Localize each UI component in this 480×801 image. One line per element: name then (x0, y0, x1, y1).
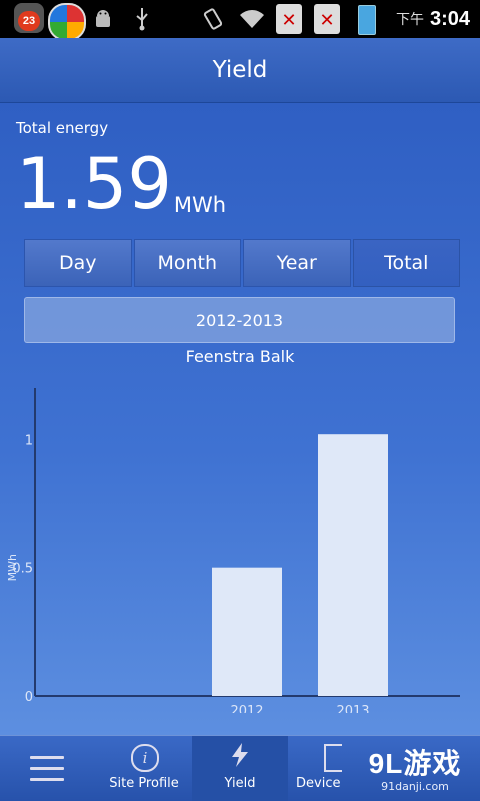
clock: 下午 3:04 (396, 0, 470, 38)
nav-site-profile[interactable]: i Site Profile (96, 736, 192, 801)
device-icon (324, 744, 342, 772)
period-tabs: Day Month Year Total (24, 239, 460, 287)
nav-yield[interactable]: Yield (192, 736, 288, 801)
yield-chart: MWh 0 0.5 1 2012 2013 (0, 373, 480, 719)
energy-label: Total energy (16, 119, 109, 137)
y-tick-label: 0 (25, 690, 33, 705)
nav-menu-button[interactable] (0, 736, 92, 801)
notification-app-icon: 23 (14, 3, 44, 33)
tab-day[interactable]: Day (24, 239, 132, 287)
y-tick-label: 0.5 (12, 562, 33, 577)
tab-month[interactable]: Month (133, 239, 241, 287)
watermark-logo: 9L游戏 91danji.com (350, 742, 480, 800)
time-period: 下午 (395, 11, 424, 27)
energy-number: 1.59 (16, 143, 172, 225)
battery-charging-icon (358, 5, 376, 35)
main-content: Total energy 1.59 MWh Day Month Year Tot… (0, 103, 480, 735)
x-tick-label: 2013 (336, 704, 369, 713)
signal-sim1-off-icon: ✕ (276, 4, 302, 34)
watermark-title: 9L游戏 (368, 748, 462, 779)
app-logo-icon (48, 3, 86, 41)
tab-year[interactable]: Year (243, 239, 351, 287)
page-title: Yield (212, 57, 268, 83)
usb-icon (132, 3, 152, 35)
signal-sim2-off-icon: ✕ (314, 4, 340, 34)
site-name: Feenstra Balk (185, 347, 295, 366)
menu-icon (30, 756, 64, 789)
bolt-icon (192, 742, 288, 774)
nav-yield-label: Yield (224, 776, 256, 791)
nav-site-profile-label: Site Profile (109, 776, 179, 791)
status-bar: 23 ✕ ✕ 下午 3:04 (0, 0, 480, 41)
tab-total[interactable]: Total (352, 239, 460, 287)
vibrate-icon (200, 3, 226, 35)
y-tick-label: 1 (25, 433, 33, 448)
info-icon: i (131, 744, 159, 772)
nav-device-label: Device (296, 776, 341, 791)
android-debug-icon (92, 3, 114, 35)
notification-count-badge: 23 (18, 11, 40, 31)
nav-device[interactable]: Device (288, 736, 348, 801)
energy-value: 1.59 MWh (16, 145, 226, 223)
energy-unit: MWh (173, 193, 227, 217)
period-selector[interactable]: 2012-2013 (24, 297, 455, 343)
title-bar: Yield (0, 38, 480, 103)
x-tick-label: 2012 (230, 704, 263, 713)
yield-chart-svg: MWh 00.51 2012 2013 (6, 388, 460, 719)
bar-2012 (212, 567, 282, 696)
time-text: 3:04 (429, 7, 470, 30)
wifi-icon (238, 3, 266, 35)
bar-2013 (318, 434, 388, 696)
